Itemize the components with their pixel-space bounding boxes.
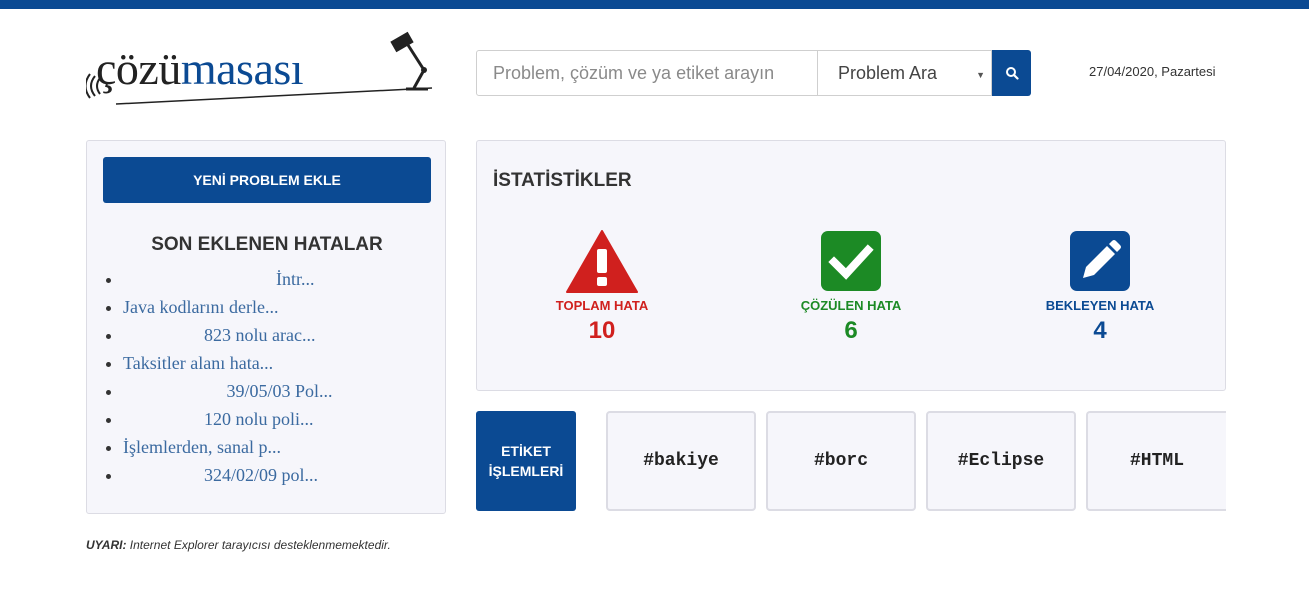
warning-label: UYARI: — [86, 538, 127, 552]
tag-chip[interactable]: #HTML — [1086, 411, 1226, 511]
recent-error-link[interactable]: Java kodlarını derle... — [123, 297, 278, 317]
stat-solved-value: 6 — [844, 317, 858, 344]
sidebar-panel: YENİ PROBLEM EKLE SON EKLENEN HATALAR İn… — [86, 140, 446, 514]
warning-text: Internet Explorer tarayıcısı desteklenme… — [126, 538, 391, 552]
stat-total-label: TOPLAM HATA — [555, 298, 649, 313]
recent-error-link[interactable]: İşlemlerden, sanal p... — [123, 437, 281, 457]
tag-operations-line1: ETİKET — [501, 443, 551, 459]
recent-error-link[interactable]: Taksitler alanı hata... — [123, 353, 273, 373]
list-item: 39/05/03 Pol... — [123, 377, 333, 405]
tag-operations-button[interactable]: ETİKET İŞLEMLERİ — [476, 411, 576, 511]
caret-down-icon: ▼ — [976, 70, 985, 80]
search-type-select[interactable]: Problem Ara ▼ — [818, 50, 992, 96]
search-button[interactable] — [992, 50, 1031, 96]
tag-chip[interactable]: #borc — [766, 411, 916, 511]
list-item: 324/02/09 pol... — [123, 461, 333, 489]
search-input[interactable] — [476, 50, 818, 96]
recent-error-link[interactable]: İntr... — [123, 269, 315, 289]
stat-total: TOPLAM HATA 10 — [502, 229, 702, 345]
pencil-icon — [1070, 231, 1130, 291]
logo-text-part1: çözü — [96, 43, 181, 94]
stat-pending: BEKLEYEN HATA 4 — [1000, 229, 1200, 345]
recent-error-link[interactable]: 823 nolu arac... — [123, 325, 315, 345]
stat-solved: ÇÖZÜLEN HATA 6 — [751, 229, 951, 345]
recent-errors-list: İntr... Java kodlarını derle... 823 nolu… — [123, 265, 333, 489]
list-item: 823 nolu arac... — [123, 321, 333, 349]
recent-error-link[interactable]: 120 nolu poli... — [123, 409, 314, 429]
add-problem-button[interactable]: YENİ PROBLEM EKLE — [103, 157, 431, 203]
list-item: İşlemlerden, sanal p... — [123, 433, 333, 461]
warning-triangle-icon — [566, 230, 638, 293]
stat-total-value: 10 — [588, 317, 616, 344]
top-accent-bar — [0, 0, 1309, 9]
browser-warning: UYARI: Internet Explorer tarayıcısı dest… — [86, 538, 391, 552]
list-item: Java kodlarını derle... — [123, 293, 333, 321]
recent-errors-title: SON EKLENEN HATALAR — [151, 234, 383, 255]
tag-operations-line2: İŞLEMLERİ — [488, 463, 564, 479]
list-item: İntr... — [123, 265, 333, 293]
list-item: 120 nolu poli... — [123, 405, 333, 433]
statistics-panel: İSTATİSTİKLER TOPLAM HATA 10 ÇÖZÜLEN HAT… — [476, 140, 1226, 391]
check-icon — [821, 231, 881, 291]
search-icon — [1005, 67, 1019, 80]
search-bar: Problem Ara ▼ — [476, 50, 1031, 96]
tag-chip[interactable]: #bakiye — [606, 411, 756, 511]
stat-pending-value: 4 — [1093, 317, 1107, 344]
tag-chip[interactable]: #Eclipse — [926, 411, 1076, 511]
recent-error-link[interactable]: 39/05/03 Pol... — [123, 381, 333, 401]
statistics-title: İSTATİSTİKLER — [493, 170, 632, 191]
recent-error-link[interactable]: 324/02/09 pol... — [123, 465, 318, 485]
current-date: 27/04/2020, Pazartesi — [1089, 64, 1216, 79]
list-item: Taksitler alanı hata... — [123, 349, 333, 377]
search-type-value: Problem Ara — [838, 62, 938, 83]
site-logo[interactable]: çözümasası — [86, 26, 438, 108]
stat-pending-label: BEKLEYEN HATA — [1045, 298, 1155, 313]
logo-text-part2: masası — [180, 43, 304, 94]
stat-solved-label: ÇÖZÜLEN HATA — [800, 298, 902, 313]
